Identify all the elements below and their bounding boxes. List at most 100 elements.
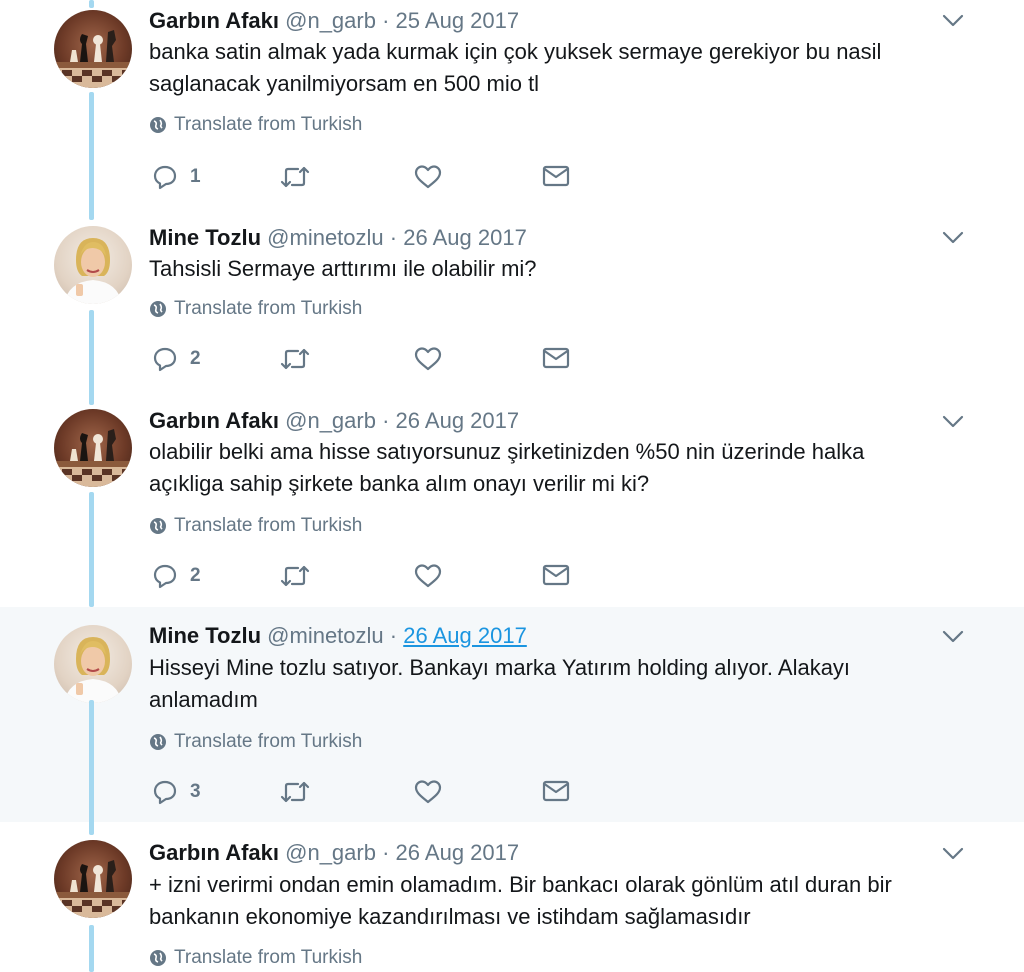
- like-button[interactable]: [414, 779, 442, 805]
- author-handle[interactable]: @minetozlu: [267, 225, 384, 250]
- like-button[interactable]: [414, 346, 442, 372]
- tweet-date[interactable]: 25 Aug 2017: [396, 8, 520, 33]
- envelope-icon: [542, 165, 570, 187]
- heart-icon: [414, 347, 442, 371]
- reply-button[interactable]: 3: [152, 779, 201, 805]
- retweet-button[interactable]: [280, 779, 310, 805]
- translate-link[interactable]: Translate from Turkish: [149, 114, 362, 136]
- translate-link[interactable]: Translate from Turkish: [149, 947, 362, 969]
- tweet-text: Tahsisli Sermaye arttırımı ile olabilir …: [149, 253, 949, 285]
- tweet-text: + izni verirmi ondan emin olamadım. Bir …: [149, 869, 949, 933]
- chevron-down-icon[interactable]: [942, 231, 964, 245]
- author-handle[interactable]: @minetozlu: [267, 623, 384, 648]
- globe-icon: [150, 518, 166, 534]
- reply-button[interactable]: 1: [152, 164, 201, 190]
- translate-label: Translate from Turkish: [174, 114, 363, 135]
- avatar[interactable]: [54, 409, 132, 487]
- tweet[interactable]: Garbın Afakı @n_garb · 26 Aug 2017 + izn…: [0, 822, 1024, 972]
- chess-icon: [54, 860, 132, 918]
- reply-count: 1: [190, 166, 201, 187]
- envelope-icon: [542, 564, 570, 586]
- chevron-down-icon[interactable]: [942, 14, 964, 28]
- message-button[interactable]: [542, 346, 570, 370]
- chevron-down-icon[interactable]: [942, 847, 964, 861]
- separator: ·: [382, 408, 390, 433]
- reply-button[interactable]: 2: [152, 346, 201, 372]
- separator: ·: [389, 623, 398, 648]
- author-handle[interactable]: @n_garb: [285, 408, 376, 433]
- translate-link[interactable]: Translate from Turkish: [149, 731, 362, 753]
- avatar[interactable]: [54, 840, 132, 918]
- tweet-actions: 2: [152, 346, 582, 374]
- avatar[interactable]: [54, 10, 132, 88]
- author-handle[interactable]: @n_garb: [285, 840, 376, 865]
- tweet-text-line: banka satin almak yada kurmak için çok y…: [149, 39, 882, 64]
- chess-icon: [54, 429, 132, 487]
- separator: ·: [382, 840, 390, 865]
- tweet-text-line: açıkliga sahip şirkete banka alım onayı …: [149, 471, 650, 496]
- tweet-date[interactable]: 26 Aug 2017: [396, 840, 520, 865]
- like-button[interactable]: [414, 563, 442, 589]
- tweet-text-line: Tahsisli Sermaye arttırımı ile olabilir …: [149, 256, 537, 281]
- chevron-down-icon[interactable]: [942, 415, 964, 429]
- tweet-highlighted[interactable]: Mine Tozlu @minetozlu · 26 Aug 2017 Hiss…: [0, 607, 1024, 822]
- envelope-icon: [542, 780, 570, 802]
- tweet-text: olabilir belki ama hisse satıyorsunuz şi…: [149, 436, 949, 500]
- translate-label: Translate from Turkish: [174, 947, 363, 968]
- message-button[interactable]: [542, 563, 570, 587]
- heart-icon: [414, 564, 442, 588]
- retweet-button[interactable]: [280, 346, 310, 372]
- author-handle[interactable]: @n_garb: [285, 8, 376, 33]
- tweet-header: Mine Tozlu @minetozlu · 26 Aug 2017: [149, 225, 527, 251]
- translate-link[interactable]: Translate from Turkish: [149, 515, 362, 537]
- author-name[interactable]: Mine Tozlu: [149, 623, 261, 648]
- tweet[interactable]: Mine Tozlu @minetozlu · 26 Aug 2017 Tahs…: [0, 220, 1024, 405]
- tweet-date[interactable]: 26 Aug 2017: [396, 408, 520, 433]
- author-name[interactable]: Garbın Afakı: [149, 408, 279, 433]
- separator: ·: [389, 225, 398, 250]
- retweet-icon: [280, 166, 310, 188]
- translate-label: Translate from Turkish: [174, 731, 363, 752]
- avatar[interactable]: [54, 226, 132, 304]
- tweet[interactable]: Garbın Afakı @n_garb · 26 Aug 2017 olabi…: [0, 405, 1024, 605]
- author-name[interactable]: Garbın Afakı: [149, 8, 279, 33]
- avatar[interactable]: [54, 625, 132, 703]
- retweet-icon: [280, 781, 310, 803]
- globe-icon: [150, 950, 166, 966]
- message-button[interactable]: [542, 779, 570, 803]
- globe-icon: [150, 734, 166, 750]
- portrait-icon: [64, 637, 122, 703]
- reply-count: 2: [190, 565, 201, 586]
- like-button[interactable]: [414, 164, 442, 190]
- tweet-text: Hisseyi Mine tozlu satıyor. Bankayı mark…: [149, 652, 949, 716]
- translate-label: Translate from Turkish: [174, 515, 363, 536]
- tweet-header: Garbın Afakı @n_garb · 25 Aug 2017: [149, 8, 519, 34]
- retweet-button[interactable]: [280, 563, 310, 589]
- author-name[interactable]: Garbın Afakı: [149, 840, 279, 865]
- tweet-date[interactable]: 26 Aug 2017: [403, 623, 527, 648]
- tweet-actions: 1: [152, 164, 582, 192]
- thread-line: [89, 700, 94, 835]
- message-button[interactable]: [542, 164, 570, 188]
- chevron-down-icon[interactable]: [942, 630, 964, 644]
- tweet-actions: 3: [152, 779, 582, 807]
- tweet-text: banka satin almak yada kurmak için çok y…: [149, 36, 949, 100]
- retweet-button[interactable]: [280, 164, 310, 190]
- tweet[interactable]: Garbın Afakı @n_garb · 25 Aug 2017 banka…: [0, 0, 1024, 220]
- portrait-icon: [64, 238, 122, 304]
- tweet-text-line: olabilir belki ama hisse satıyorsunuz şi…: [149, 439, 865, 464]
- translate-link[interactable]: Translate from Turkish: [149, 298, 362, 320]
- reply-icon: [153, 347, 177, 372]
- tweet-text-line: anlamadım: [149, 687, 258, 712]
- reply-icon: [153, 564, 177, 589]
- separator: ·: [382, 8, 390, 33]
- globe-icon: [150, 117, 166, 133]
- envelope-icon: [542, 347, 570, 369]
- tweet-header: Mine Tozlu @minetozlu · 26 Aug 2017: [149, 623, 527, 649]
- tweet-date[interactable]: 26 Aug 2017: [403, 225, 527, 250]
- tweet-actions: 2: [152, 563, 582, 591]
- retweet-icon: [280, 348, 310, 370]
- reply-button[interactable]: 2: [152, 563, 201, 589]
- tweet-text-line: Hisseyi Mine tozlu satıyor. Bankayı mark…: [149, 655, 851, 680]
- author-name[interactable]: Mine Tozlu: [149, 225, 261, 250]
